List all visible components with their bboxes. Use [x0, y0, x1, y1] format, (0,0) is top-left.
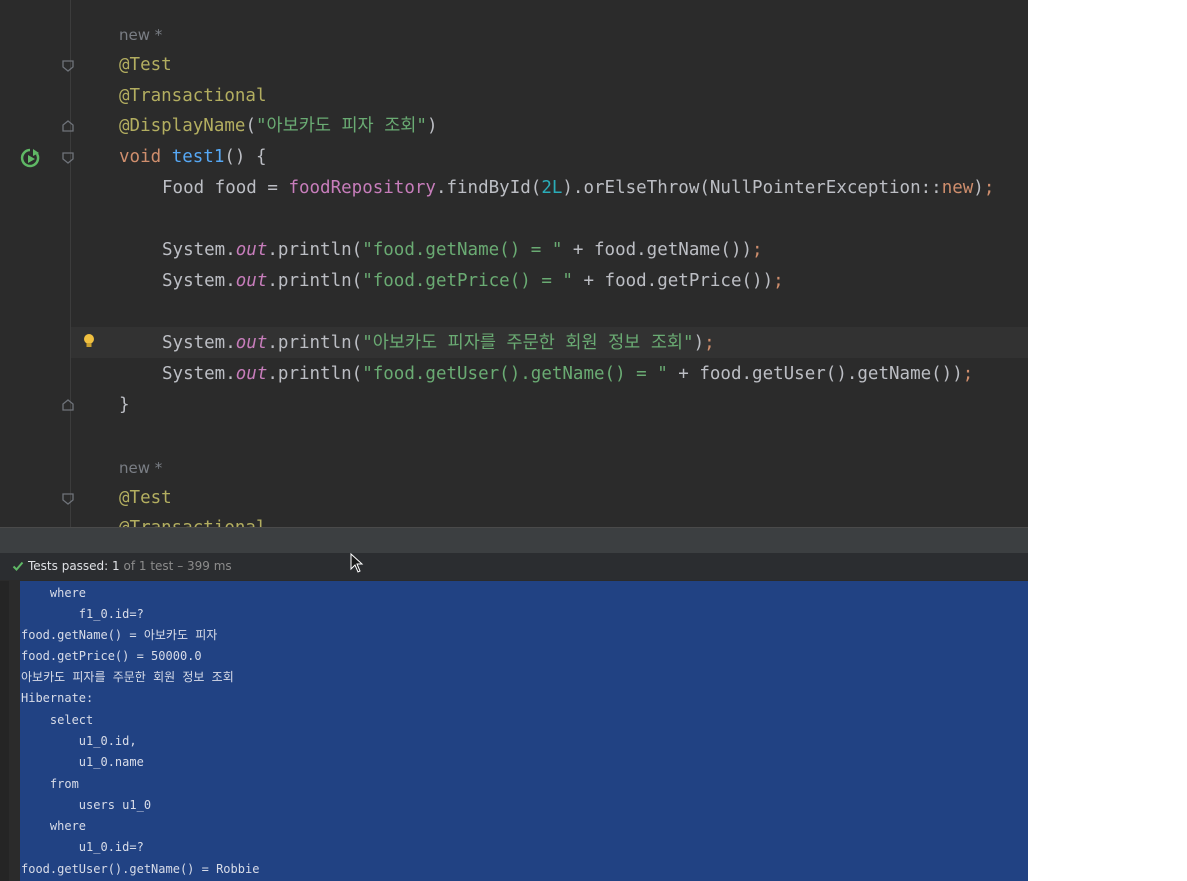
console-line: u1_0.id,	[21, 734, 137, 748]
code-text: }	[119, 395, 130, 415]
console-line: food.getPrice() = 50000.0	[21, 649, 202, 663]
code-line: @Test	[119, 483, 172, 513]
code-text: System.	[162, 240, 236, 260]
run-test-icon[interactable]	[19, 147, 41, 169]
keyword: void	[119, 147, 162, 167]
string-literal: "food.getName() = "	[362, 240, 563, 260]
check-icon	[12, 561, 24, 571]
console-line: from	[21, 777, 79, 791]
annotation: @DisplayName	[119, 116, 246, 136]
code-line: System.out.println("food.getUser().getNa…	[162, 364, 974, 384]
number-literal: 2L	[541, 178, 563, 198]
console-gutter	[0, 581, 9, 881]
code-text: System.	[162, 364, 236, 384]
string-literal: "아보카도 피자를 주문한 회원 정보 조회"	[362, 333, 694, 353]
string-literal: "food.getUser().getName() = "	[362, 364, 668, 384]
console-line: u1_0.name	[21, 755, 144, 769]
annotation: @Transactional	[119, 518, 267, 527]
console-line: where	[21, 586, 87, 600]
console-line: f1_0.id=?	[21, 607, 144, 621]
console-line: where	[21, 819, 87, 833]
keyword: new	[941, 178, 974, 198]
fold-icon[interactable]	[61, 398, 75, 412]
code-line: System.out.println("food.getName() = " +…	[162, 240, 763, 260]
code-text: System.	[162, 271, 236, 291]
code-text: + food.getPrice())	[572, 271, 774, 291]
code-line: }	[119, 390, 130, 420]
status-count: 1	[112, 559, 120, 573]
string-literal: "아보카도 피자 조회"	[255, 116, 427, 136]
cursor-icon	[350, 553, 364, 573]
console-line: users u1_0	[21, 798, 152, 812]
fold-icon[interactable]	[61, 151, 75, 165]
code-line: @DisplayName("아보카도 피자 조회")	[119, 116, 438, 136]
console-line: food.getUser().getName() = Robbie	[21, 862, 260, 876]
code-text: .println(	[267, 240, 363, 260]
console-line: select	[21, 713, 94, 727]
author-hint: new *	[119, 459, 163, 477]
annotation: @Transactional	[119, 86, 267, 106]
method-name: test1	[171, 147, 225, 167]
code-text: .println(	[267, 271, 363, 291]
field-ref: foodRepository	[288, 178, 436, 198]
annotation: @Test	[119, 55, 172, 75]
code-text: + food.getName())	[562, 240, 753, 260]
ide-window: new * @Test @Transactional @DisplayName(…	[0, 0, 1028, 881]
static-field: out	[235, 333, 268, 353]
code-line: Food food = foodRepository.findById(2L).…	[162, 178, 995, 198]
editor-gutter	[0, 0, 74, 527]
bulb-icon[interactable]	[82, 333, 96, 349]
code-text: .println(	[267, 364, 363, 384]
test-status-bar: Tests passed: 1 of 1 test – 399 ms	[0, 553, 1028, 580]
code-text: .println(	[267, 333, 363, 353]
code-text: .findById(	[435, 178, 542, 198]
code-text: + food.getUser().getName())	[667, 364, 963, 384]
annotation: @Test	[119, 488, 172, 508]
status-label: Tests passed:	[28, 559, 109, 573]
code-line: @Transactional	[119, 81, 267, 111]
console-line: u1_0.id=?	[21, 840, 144, 854]
fold-icon[interactable]	[61, 492, 75, 506]
code-line: @Test	[119, 50, 172, 80]
code-line: System.out.println("아보카도 피자를 주문한 회원 정보 조…	[162, 333, 715, 353]
status-detail: of 1 test – 399 ms	[123, 559, 232, 573]
console-line: food.getName() = 아보카도 피자	[21, 628, 218, 642]
code-text: System.	[162, 333, 236, 353]
author-hint: new *	[119, 26, 163, 44]
console-line: Hibernate:	[21, 691, 101, 705]
code-text: ).orElseThrow(NullPointerException::	[562, 178, 942, 198]
fold-icon[interactable]	[61, 119, 75, 133]
static-field: out	[235, 364, 268, 384]
static-field: out	[235, 240, 268, 260]
fold-icon[interactable]	[61, 59, 75, 73]
run-console[interactable]: where f1_0.id=? food.getName() = 아보카도 피자…	[0, 581, 1028, 881]
static-field: out	[235, 271, 268, 291]
tool-window-header[interactable]	[0, 527, 1028, 553]
string-literal: "food.getPrice() = "	[362, 271, 573, 291]
code-text: Food food =	[162, 178, 289, 198]
console-line: 아보카도 피자를 주문한 회원 정보 조회	[21, 670, 234, 684]
code-line: System.out.println("food.getPrice() = " …	[162, 271, 784, 291]
code-line: void test1() {	[119, 147, 267, 167]
code-editor[interactable]: new * @Test @Transactional @DisplayName(…	[0, 0, 1028, 527]
code-line: @Transactional	[119, 513, 267, 527]
